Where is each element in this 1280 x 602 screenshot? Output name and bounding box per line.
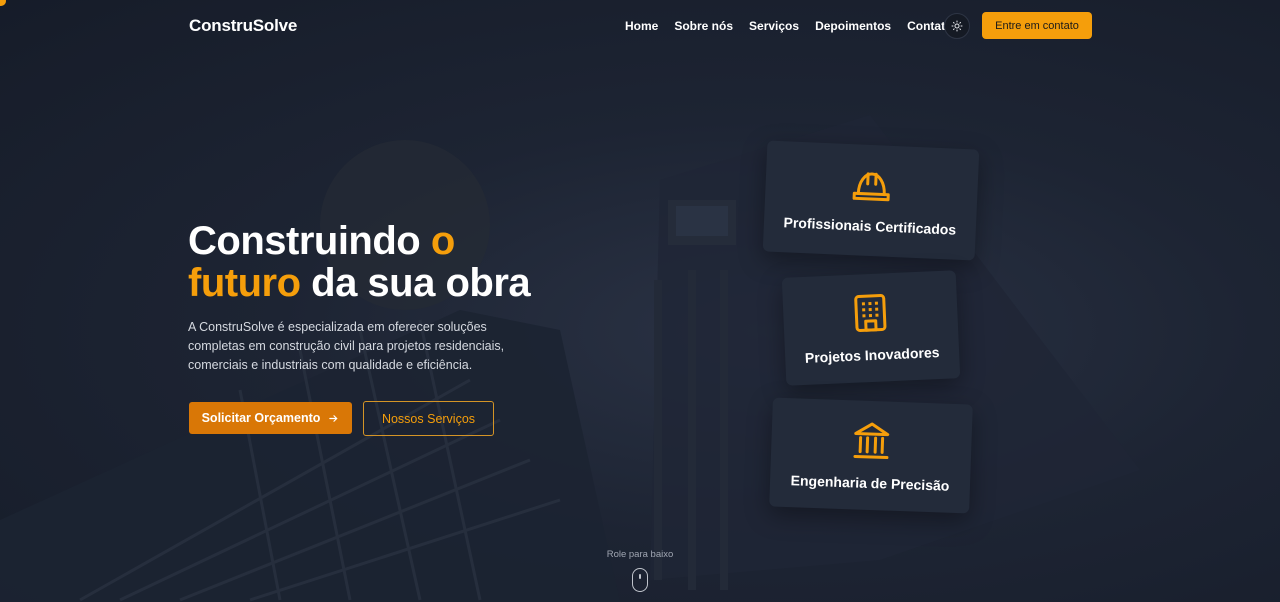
- nav-link-servicos[interactable]: Serviços: [749, 19, 799, 33]
- request-quote-button[interactable]: Solicitar Orçamento: [189, 402, 352, 434]
- building-icon: [854, 294, 887, 332]
- mouse-icon[interactable]: [632, 568, 648, 592]
- hero-title-accent1: o: [430, 219, 455, 263]
- feature-card-label: Engenharia de Precisão: [790, 471, 950, 494]
- feature-card-innovative: Projetos Inovadores: [781, 270, 961, 386]
- feature-card-label: Profissionais Certificados: [783, 213, 957, 238]
- logo[interactable]: ConstruSolve: [189, 16, 297, 36]
- our-services-button[interactable]: Nossos Serviços: [363, 401, 494, 436]
- scroll-hint-text: Role para baixo: [606, 549, 674, 560]
- nav-link-home[interactable]: Home: [625, 19, 658, 33]
- landmark-icon: [853, 422, 890, 459]
- navbar: ConstruSolve Home Sobre nós Serviços Dep…: [0, 0, 1280, 52]
- hero-title-accent2: futuro: [188, 261, 301, 305]
- nav-links: Home Sobre nós Serviços Depoimentos Cont…: [625, 19, 952, 33]
- hero-title-part1: Construindo: [188, 219, 421, 263]
- hero-title-part2: da sua obra: [311, 261, 531, 305]
- hero-description: A ConstruSolve é especializada em oferec…: [188, 320, 505, 372]
- feature-card-precision: Engenharia de Precisão: [769, 397, 973, 514]
- arrow-right-icon: [329, 414, 338, 422]
- nav-link-sobre[interactable]: Sobre nós: [674, 19, 733, 33]
- hard-hat-icon: [852, 171, 890, 201]
- feature-card-label: Projetos Inovadores: [804, 344, 940, 366]
- feature-card-certified: Profissionais Certificados: [762, 140, 980, 261]
- theme-toggle-button[interactable]: [944, 13, 970, 39]
- contact-button[interactable]: Entre em contato: [982, 12, 1092, 39]
- request-quote-label: Solicitar Orçamento: [201, 411, 321, 425]
- hero-title: Construindo o futuro da sua obra: [188, 219, 531, 305]
- sun-icon: [951, 20, 963, 32]
- nav-link-depoimentos[interactable]: Depoimentos: [815, 19, 891, 33]
